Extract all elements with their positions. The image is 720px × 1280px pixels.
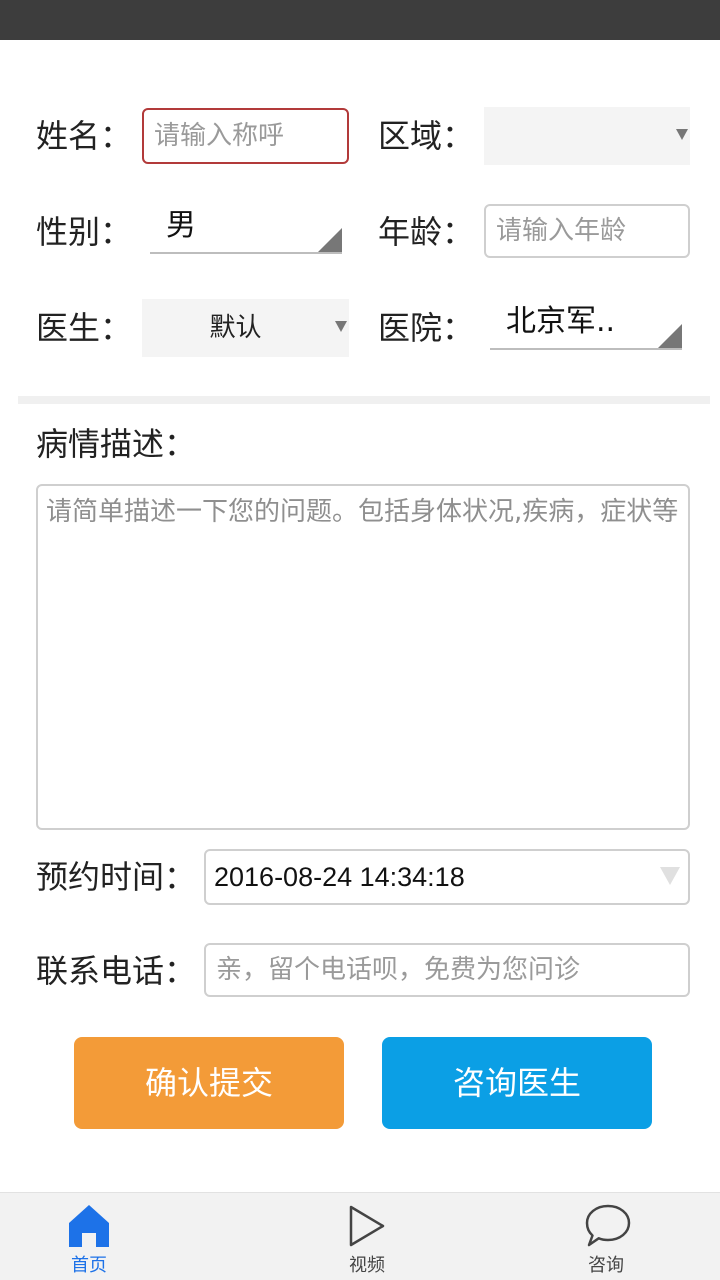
doctor-label: 医生： xyxy=(36,309,133,347)
section-divider xyxy=(18,396,710,404)
tab-consult-label: 咨询 xyxy=(588,1255,624,1276)
tab-consult[interactable]: 咨询 xyxy=(546,1193,666,1280)
tab-home-label: 首页 xyxy=(71,1255,107,1276)
phone-label: 联系电话： xyxy=(36,952,197,990)
region-value xyxy=(484,107,670,165)
dropdown-arrow-icon xyxy=(660,867,680,885)
dropdown-arrow-icon xyxy=(676,129,688,140)
home-icon xyxy=(69,1205,109,1247)
region-label: 区域： xyxy=(378,117,475,155)
dropdown-corner-icon xyxy=(658,324,682,348)
status-bar xyxy=(0,0,720,40)
tab-home[interactable]: 首页 xyxy=(29,1193,149,1280)
submit-button[interactable]: 确认提交 xyxy=(74,1037,344,1129)
appointment-value: 2016-08-24 14:34:18 xyxy=(214,862,465,892)
play-icon xyxy=(349,1205,385,1247)
bottom-tab-bar: 首页 视频 咨询 xyxy=(0,1192,720,1280)
gender-select[interactable]: 男 xyxy=(150,204,342,254)
name-label: 姓名： xyxy=(36,117,133,155)
phone-input[interactable] xyxy=(204,943,690,997)
tab-video-label: 视频 xyxy=(349,1255,385,1276)
description-label: 病情描述： xyxy=(36,425,197,463)
appointment-label: 预约时间： xyxy=(36,858,197,896)
dropdown-corner-icon xyxy=(318,228,342,252)
gender-label: 性别： xyxy=(36,213,133,251)
region-select[interactable] xyxy=(484,107,690,165)
chat-bubble-icon xyxy=(585,1204,631,1247)
doctor-select[interactable]: 默认 xyxy=(142,299,349,357)
dropdown-arrow-icon xyxy=(335,321,347,332)
name-input[interactable] xyxy=(142,108,349,164)
age-label: 年龄： xyxy=(378,213,475,251)
description-textarea[interactable] xyxy=(36,484,690,830)
hospital-select[interactable]: 北京军.. xyxy=(490,300,682,350)
hospital-value: 北京军.. xyxy=(506,304,616,339)
hospital-label: 医院： xyxy=(378,309,475,347)
age-input[interactable] xyxy=(484,204,690,258)
consult-doctor-button[interactable]: 咨询医生 xyxy=(382,1037,652,1129)
tab-video[interactable]: 视频 xyxy=(307,1193,427,1280)
gender-value: 男 xyxy=(166,208,196,243)
doctor-value: 默认 xyxy=(209,313,262,343)
appointment-datetime-picker[interactable]: 2016-08-24 14:34:18 xyxy=(204,849,690,905)
